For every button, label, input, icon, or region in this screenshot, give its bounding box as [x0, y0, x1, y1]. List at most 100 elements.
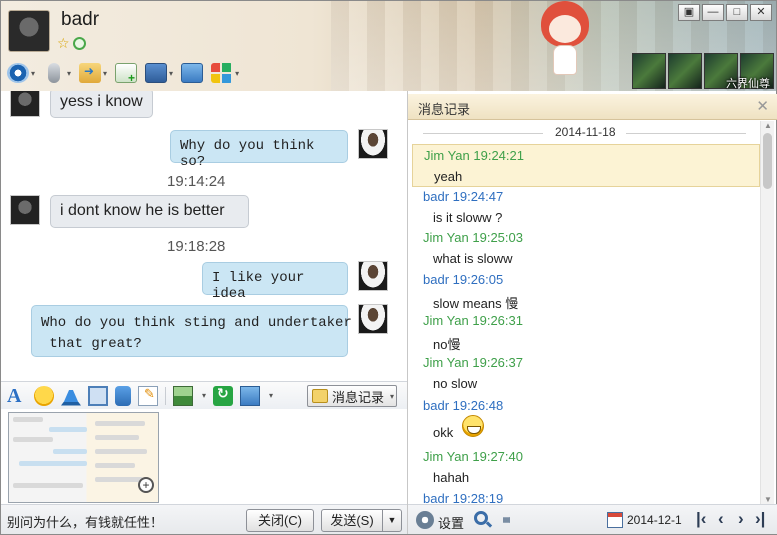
- remote-assist-button[interactable]: ▾: [143, 60, 175, 86]
- remote-screen-icon: [145, 63, 168, 83]
- send-file-icon: [79, 63, 102, 83]
- message-list[interactable]: yess i know Why do you think so? 19:14:2…: [1, 91, 407, 381]
- avatar[interactable]: [10, 195, 40, 225]
- message-history-button[interactable]: 消息记录 ▾: [307, 385, 397, 407]
- chevron-down-icon[interactable]: ▾: [202, 391, 206, 400]
- contact-name[interactable]: badr: [61, 9, 99, 31]
- time-separator: 19:18:28: [167, 238, 226, 255]
- chevron-down-icon[interactable]: ▾: [235, 69, 239, 78]
- pasted-screenshot-image[interactable]: [8, 412, 159, 503]
- status-text: 别问为什么，有钱就任性！: [7, 515, 164, 530]
- last-page-button[interactable]: ›|: [755, 509, 765, 529]
- magic-hat-icon[interactable]: [61, 385, 81, 406]
- chevron-down-icon[interactable]: ▾: [390, 392, 394, 401]
- history-panel-footer: 设置 2014-12-1 |‹ ‹ › ›|: [408, 504, 777, 534]
- shake-window-icon[interactable]: [213, 385, 234, 406]
- outgoing-message: Why do you think so?: [170, 130, 348, 170]
- calendar-date[interactable]: 2014-12-1: [627, 513, 682, 527]
- message-text: yess i know: [60, 93, 143, 110]
- chevron-down-icon[interactable]: ▾: [67, 69, 71, 78]
- video-call-button[interactable]: ▾: [5, 60, 37, 86]
- avatar[interactable]: [358, 261, 388, 291]
- message-text: okk: [433, 425, 454, 440]
- note-icon[interactable]: [138, 385, 158, 406]
- create-group-chat-button[interactable]: [113, 60, 139, 86]
- list-item[interactable]: badr 19:26:05 slow means 慢: [412, 271, 760, 311]
- sender-label: badr 19:24:47: [423, 189, 504, 204]
- previous-page-button[interactable]: ‹: [718, 509, 724, 529]
- game-caption[interactable]: 六界仙尊: [726, 75, 770, 91]
- time-separator: 19:14:24: [167, 173, 226, 190]
- header-toolbar: ▾ ▾ ▾ ▾ ▾: [5, 59, 241, 87]
- list-item[interactable]: Jim Yan 19:25:03 what is sloww: [412, 230, 760, 270]
- list-item[interactable]: badr 19:24:47 is it sloww ?: [412, 188, 760, 228]
- next-page-button[interactable]: ›: [738, 509, 744, 529]
- scrollbar-thumb[interactable]: [763, 133, 772, 189]
- date-label: 2014-11-18: [555, 125, 616, 139]
- list-item[interactable]: Jim Yan 19:26:31 no慢: [412, 313, 760, 353]
- avatar[interactable]: [358, 129, 388, 159]
- list-item[interactable]: Jim Yan 19:26:37 no slow: [412, 355, 760, 395]
- outgoing-message: I like your idea: [202, 262, 348, 302]
- game-icon[interactable]: [632, 53, 666, 89]
- close-icon[interactable]: ✕: [756, 97, 769, 115]
- message-input[interactable]: +: [1, 409, 407, 504]
- maximize-button[interactable]: □: [726, 4, 748, 21]
- history-scrollbar[interactable]: ▲ ▼: [760, 121, 774, 504]
- voice-message-icon[interactable]: [115, 385, 131, 406]
- chevron-down-icon[interactable]: ▾: [269, 391, 273, 400]
- share-screen-button[interactable]: [179, 60, 205, 86]
- skin-button[interactable]: ▣: [678, 4, 700, 21]
- voice-call-button[interactable]: ▾: [41, 60, 73, 86]
- history-message-list[interactable]: 2014-11-18 Jim Yan 19:24:21 yeah badr 19…: [408, 121, 760, 506]
- chat-window: badr ☆ ▾ ▾ ▾ ▾ ▾ ▣ — □ ✕ 六界仙尊: [0, 0, 777, 535]
- message-text: no slow: [433, 376, 478, 391]
- history-panel-title: 消息记录: [418, 102, 471, 117]
- message-text: Why do you think so?: [180, 138, 315, 170]
- mascot-illustration: [541, 1, 589, 83]
- message-text-line: Who do you think sting and undertaker: [41, 315, 352, 331]
- send-options-dropdown[interactable]: ▼: [382, 509, 402, 532]
- chevron-down-icon[interactable]: ▾: [103, 69, 107, 78]
- avatar[interactable]: [358, 304, 388, 334]
- chevron-down-icon[interactable]: ▾: [31, 69, 35, 78]
- close-button[interactable]: 关闭(C): [246, 509, 314, 532]
- message-text: yeah: [434, 169, 463, 184]
- search-icon[interactable]: [474, 511, 488, 525]
- contact-avatar[interactable]: [8, 10, 50, 52]
- close-window-button[interactable]: ✕: [750, 4, 772, 21]
- microphone-icon: [48, 63, 61, 83]
- list-item[interactable]: badr 19:26:48 okk: [412, 397, 760, 449]
- calendar-icon[interactable]: [607, 512, 623, 528]
- scroll-up-icon[interactable]: ▲: [764, 121, 772, 130]
- zoom-in-icon[interactable]: +: [138, 477, 154, 493]
- message-text: hahah: [433, 470, 470, 485]
- share-screen-icon: [181, 63, 204, 83]
- font-icon[interactable]: A: [7, 386, 27, 406]
- send-image-icon[interactable]: [173, 385, 193, 406]
- screenshot-icon[interactable]: [240, 385, 261, 406]
- list-item[interactable]: Jim Yan 19:27:40 hahah: [412, 449, 760, 489]
- emoji-icon[interactable]: [34, 385, 54, 406]
- gear-icon[interactable]: [416, 511, 434, 529]
- chevron-down-icon[interactable]: ▾: [169, 69, 173, 78]
- avatar[interactable]: [10, 91, 40, 117]
- speaker-icon[interactable]: [503, 513, 516, 527]
- game-icon[interactable]: [668, 53, 702, 89]
- video-clip-icon[interactable]: [88, 385, 108, 406]
- first-page-button[interactable]: |‹: [696, 509, 706, 529]
- incoming-message: yess i know: [50, 91, 153, 118]
- sender-label: Jim Yan 19:25:03: [423, 230, 523, 245]
- sender-label: Jim Yan 19:27:40: [423, 449, 523, 464]
- minimize-button[interactable]: —: [702, 4, 724, 21]
- settings-button[interactable]: 设置: [438, 513, 464, 532]
- incoming-message: i dont know he is better: [50, 195, 249, 228]
- sender-label: badr 19:26:48: [423, 398, 504, 413]
- send-button[interactable]: 发送(S): [321, 509, 383, 532]
- send-file-button[interactable]: ▾: [77, 60, 109, 86]
- apps-button[interactable]: ▾: [209, 60, 241, 86]
- online-status-icon: [73, 37, 86, 50]
- list-item[interactable]: Jim Yan 19:24:21 yeah: [412, 144, 760, 187]
- sender-label: Jim Yan 19:24:21: [424, 148, 524, 163]
- scroll-down-icon[interactable]: ▼: [764, 495, 772, 504]
